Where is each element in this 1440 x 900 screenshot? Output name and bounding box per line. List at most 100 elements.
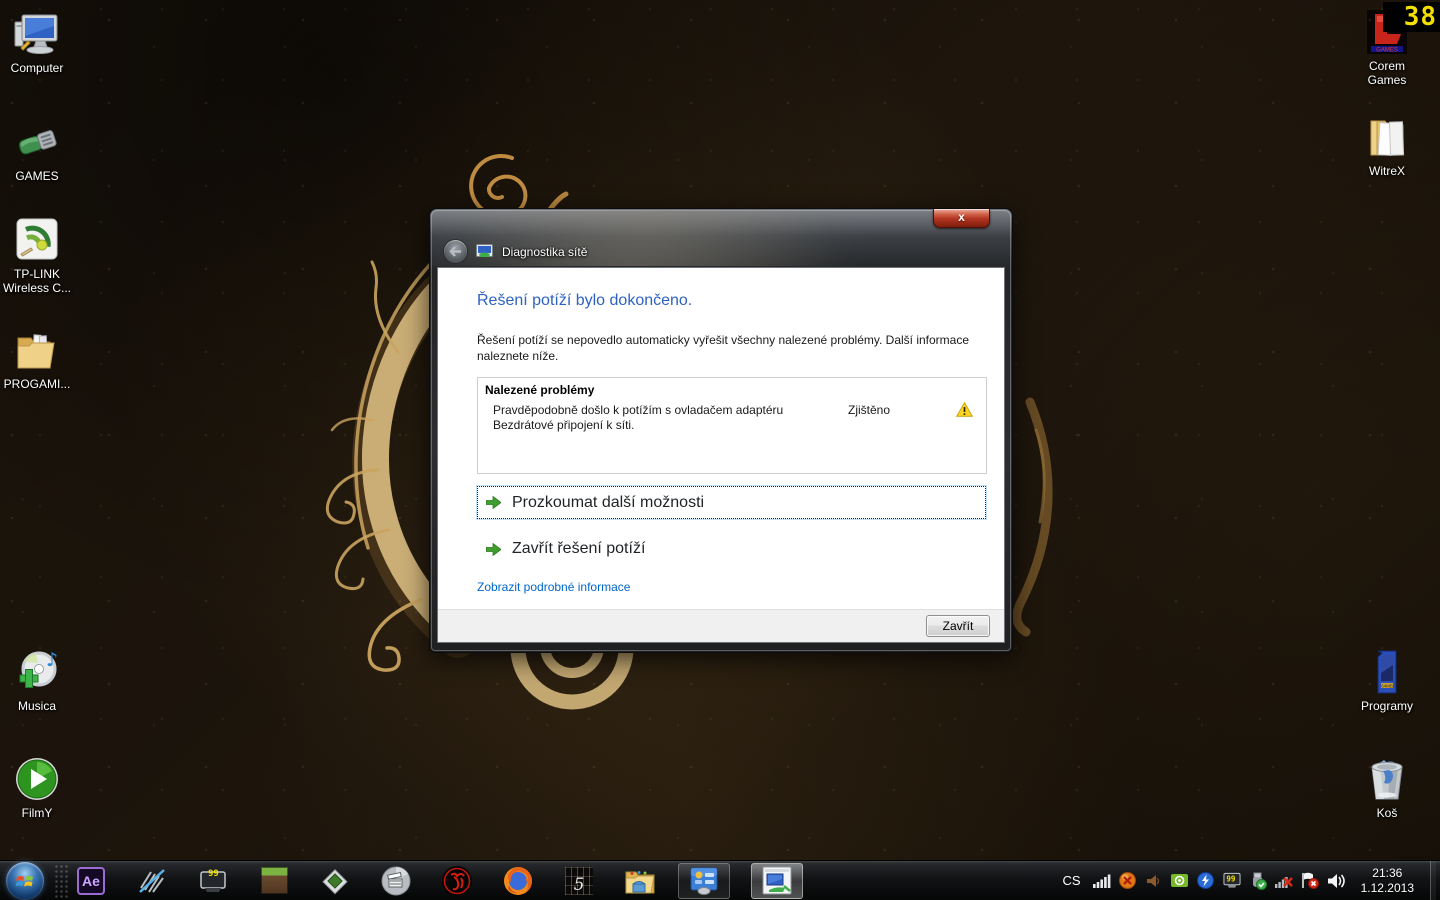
explorer-folder-icon [625, 870, 655, 893]
taskbar-explorer[interactable] [623, 864, 657, 898]
desktop-icon-recycle-bin[interactable]: Koš [1350, 755, 1424, 820]
control-panel-icon [690, 867, 718, 895]
nvidia-icon[interactable] [1171, 872, 1189, 890]
firefox-icon [504, 866, 532, 895]
flash-drive-icon [13, 118, 61, 166]
action-label: Zavřít řešení potíží [512, 540, 646, 557]
computer-icon [13, 10, 61, 58]
play-button-icon [13, 755, 61, 803]
icon-label: Musica [17, 699, 56, 713]
start-button[interactable] [6, 861, 44, 900]
action-explore-options[interactable]: Prozkoumat další možnosti [477, 486, 986, 519]
folder-open-icon [1363, 113, 1411, 161]
taskbar-video-converter[interactable] [318, 864, 352, 898]
icon-label: FilmY [21, 806, 53, 820]
taskbar-game-5[interactable]: 5 [562, 864, 596, 898]
taskbar-minecraft[interactable] [257, 864, 291, 898]
window-close-button[interactable]: x [933, 209, 990, 228]
taskbar-network-diagnostics-button[interactable] [751, 862, 803, 899]
taskbar-firefox[interactable] [501, 864, 535, 898]
game-5-icon: 5 [565, 866, 593, 895]
action-center-flag-icon[interactable] [1301, 872, 1319, 890]
dialog-footer: Zavřít [438, 609, 1004, 642]
details-link[interactable]: Zobrazit podrobné informace [477, 580, 630, 594]
icon-label: WitreX [1369, 164, 1405, 178]
folder-icon [13, 326, 61, 374]
window-titlebar: Diagnostika sítě [444, 240, 587, 263]
icon-label: PROGAMI... [3, 377, 71, 391]
taskbar-apps: Ae 99 5 [74, 862, 803, 899]
wifi-utility-icon [13, 216, 61, 264]
icon-label: GAMES [15, 169, 59, 183]
desktop-icon-witrex[interactable]: WitreX [1350, 113, 1424, 178]
taskbar-after-effects[interactable]: Ae [74, 864, 108, 898]
svg-text:99: 99 [1226, 874, 1236, 883]
icon-label-2: Games [1367, 73, 1407, 87]
network-diagnostics-window: x Diagnostika sítě Řešení potíží bylo do… [430, 209, 1012, 652]
svg-text:64MB: 64MB [1381, 683, 1393, 688]
video-converter-icon [322, 868, 348, 894]
problem-line1: Pravděpodobně došlo k potížím s ovladače… [493, 403, 784, 417]
dialog-heading: Řešení potíží bylo dokončeno. [477, 292, 693, 309]
taskbar-vegas[interactable] [135, 864, 169, 898]
lightning-app-icon[interactable] [1197, 872, 1215, 890]
language-indicator[interactable]: CS [1059, 873, 1085, 888]
green-arrow-icon [486, 496, 501, 509]
icon-label: Computer [10, 61, 64, 75]
dialog-body-text: Řešení potíží se nepovedlo automaticky v… [477, 333, 970, 363]
desktop-icon-programy[interactable]: 64MB Programy [1350, 648, 1424, 713]
warning-triangle-icon [955, 401, 974, 421]
problem-line2: Bezdrátové připojení k síti. [493, 418, 635, 432]
svg-text:♪: ♪ [46, 649, 58, 671]
taskbar-movie-maker[interactable] [379, 864, 413, 898]
back-button[interactable] [444, 240, 467, 263]
taskbar-control-panel-button[interactable] [678, 862, 730, 899]
fraps-tray-icon[interactable]: 99 [1223, 872, 1241, 890]
dialog-content: Řešení potíží bylo dokončeno. Řešení pot… [437, 267, 1005, 643]
desktop-icon-progami[interactable]: PROGAMI... [0, 326, 74, 391]
taskbar-clock[interactable]: 21:36 1.12.2013 [1353, 866, 1422, 896]
icon-label-2: Wireless C... [2, 281, 71, 295]
muted-speaker-icon[interactable] [1145, 872, 1163, 890]
action-close-troubleshooter[interactable]: Zavřít řešení potíží [477, 540, 983, 558]
music-disc-icon: ♪ [13, 648, 61, 696]
desktop-icon-computer[interactable]: Computer [0, 10, 74, 75]
download-manager-icon[interactable] [1119, 872, 1137, 890]
taskbar-fraps[interactable]: 99 [196, 864, 230, 898]
back-arrow-icon [449, 246, 461, 257]
network-diagnostics-icon [762, 866, 792, 894]
show-desktop-button[interactable] [1430, 860, 1436, 900]
action-label: Prozkoumat další možnosti [512, 493, 705, 511]
desktop-icon-filmy[interactable]: FilmY [0, 755, 74, 820]
icon-label: TP-LINK [13, 267, 60, 281]
desktop: 38 Computer GAMES TP-LINK Wireless C... … [0, 0, 1440, 900]
safely-remove-usb-icon[interactable] [1249, 872, 1267, 890]
taskbar-separator [54, 863, 68, 898]
volume-icon[interactable] [1327, 872, 1345, 890]
desktop-icon-games[interactable]: GAMES [0, 118, 74, 183]
problems-header: Nalezené problémy [485, 383, 595, 397]
system-tray: CS 99 21:36 1.12.2013 [1059, 860, 1440, 900]
clock-date: 1.12.2013 [1360, 880, 1414, 895]
recycle-bin-icon [1363, 755, 1411, 803]
clock-time: 21:36 [1372, 865, 1403, 880]
desktop-icon-tplink[interactable]: TP-LINK Wireless C... [0, 216, 74, 295]
taskbar: Ae 99 5 CS 99 21:36 1.12.2013 [0, 860, 1440, 900]
taskbar-scorpion-game[interactable] [440, 864, 474, 898]
window-icon [476, 244, 493, 257]
memory-card-icon: 64MB [1363, 648, 1411, 696]
icon-label: Koš [1376, 806, 1398, 820]
fps-counter: 38 [1383, 2, 1440, 32]
vegas-icon [139, 868, 165, 893]
minecraft-icon [260, 867, 288, 894]
icon-label: Programy [1360, 699, 1413, 713]
desktop-icon-musica[interactable]: ♪ Musica [0, 648, 74, 713]
problems-panel: Nalezené problémy Pravděpodobně došlo k … [477, 377, 987, 474]
problem-row: Pravděpodobně došlo k potížím s ovladače… [478, 400, 986, 433]
fraps-icon: 99 [200, 869, 226, 892]
close-button[interactable]: Zavřít [926, 615, 990, 637]
network-disconnected-icon[interactable] [1274, 872, 1293, 890]
signal-bars-icon[interactable] [1092, 872, 1111, 890]
window-title: Diagnostika sítě [502, 244, 588, 259]
movie-maker-icon [381, 866, 411, 895]
